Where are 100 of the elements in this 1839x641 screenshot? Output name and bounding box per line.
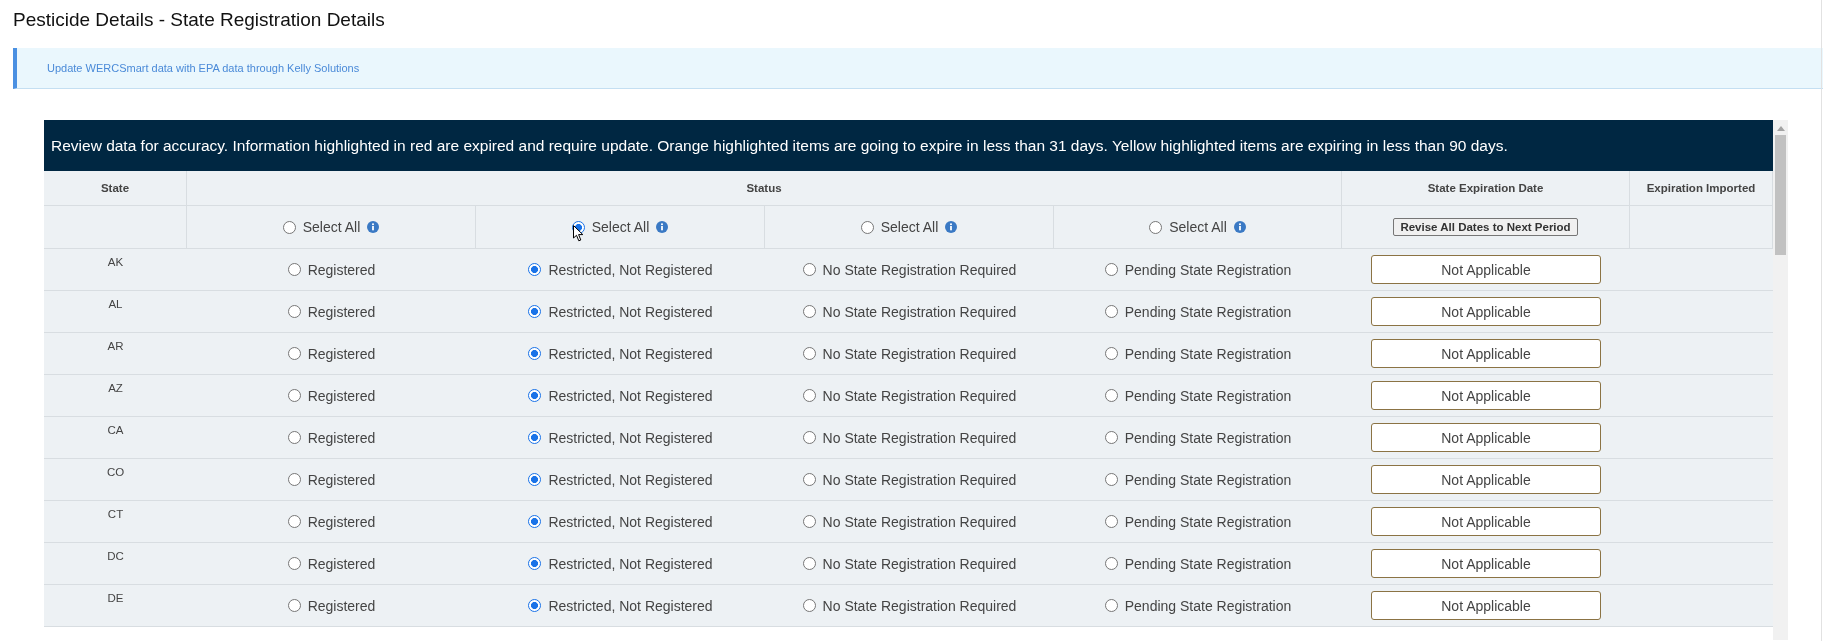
radio-button[interactable] xyxy=(802,473,816,486)
radio-button[interactable] xyxy=(287,557,301,570)
radio-button[interactable] xyxy=(1104,263,1118,276)
column-header: Status xyxy=(187,171,1342,206)
expiration-field[interactable]: Not Applicable xyxy=(1371,507,1601,536)
radio-button[interactable] xyxy=(802,263,816,276)
state-code: AK xyxy=(44,249,187,291)
expiration-field[interactable]: Not Applicable xyxy=(1371,339,1601,368)
radio-label: Pending State Registration xyxy=(1124,513,1292,530)
radio-label: No State Registration Required xyxy=(822,429,1017,446)
revise-dates-button[interactable]: Revise All Dates to Next Period xyxy=(1393,218,1578,236)
state-code: DC xyxy=(44,543,187,585)
radio-button[interactable] xyxy=(1104,515,1118,528)
radio-label: Registered xyxy=(307,303,376,320)
radio-button[interactable] xyxy=(860,220,874,234)
radio-button[interactable] xyxy=(287,515,301,528)
expiration-field[interactable]: Not Applicable xyxy=(1371,549,1601,578)
radio-label: Pending State Registration xyxy=(1124,387,1292,404)
expiration-field[interactable]: Not Applicable xyxy=(1371,381,1601,410)
column-header: State Expiration Date xyxy=(1342,171,1630,206)
state-code: CA xyxy=(44,417,187,459)
radio-button[interactable] xyxy=(1104,473,1118,486)
state-code: CO xyxy=(44,459,187,501)
radio-button[interactable] xyxy=(528,347,542,360)
radio-label: Pending State Registration xyxy=(1124,303,1292,320)
state-code: AR xyxy=(44,333,187,375)
radio-label: Pending State Registration xyxy=(1124,345,1292,362)
info-icon[interactable] xyxy=(945,221,958,233)
radio-button[interactable] xyxy=(528,389,542,402)
radio-button[interactable] xyxy=(1104,557,1118,570)
radio-button[interactable] xyxy=(802,515,816,528)
radio-label: Restricted, Not Registered xyxy=(548,303,713,320)
radio-label: Pending State Registration xyxy=(1124,597,1292,614)
expiration-field[interactable]: Not Applicable xyxy=(1371,423,1601,452)
radio-button[interactable] xyxy=(802,557,816,570)
radio-label: Restricted, Not Registered xyxy=(548,429,713,446)
radio-label: Restricted, Not Registered xyxy=(548,597,713,614)
page-title: Pesticide Details - State Registration Details xyxy=(13,8,386,32)
radio-label: Restricted, Not Registered xyxy=(548,471,713,488)
scrollbar-thumb[interactable] xyxy=(1775,135,1786,255)
expiration-field[interactable]: Not Applicable xyxy=(1371,591,1601,620)
radio-button[interactable] xyxy=(528,263,542,276)
radio-button[interactable] xyxy=(802,305,816,318)
radio-label: Pending State Registration xyxy=(1124,471,1292,488)
radio-label: Registered xyxy=(307,555,376,572)
radio-button[interactable] xyxy=(802,347,816,360)
radio-button[interactable] xyxy=(1104,389,1118,402)
radio-button[interactable] xyxy=(1104,599,1118,612)
notice-text: Review data for accuracy. Information highlighted in red are expired and require update. Orange highlighted items are going to expire in less than 31 days. Yellow highlighted items are expiring in less than 90 days. xyxy=(44,120,1773,171)
expiration-field[interactable]: Not Applicable xyxy=(1371,255,1601,284)
radio-button[interactable] xyxy=(802,431,816,444)
radio-button[interactable] xyxy=(1104,305,1118,318)
radio-label: Pending State Registration xyxy=(1124,261,1292,278)
radio-button[interactable] xyxy=(528,599,542,612)
expiration-field[interactable]: Not Applicable xyxy=(1371,297,1601,326)
radio-label: Pending State Registration xyxy=(1124,555,1292,572)
radio-button[interactable] xyxy=(802,599,816,612)
radio-label: Registered xyxy=(307,345,376,362)
radio-label: Registered xyxy=(307,513,376,530)
radio-button[interactable] xyxy=(287,599,301,612)
radio-button[interactable] xyxy=(528,557,542,570)
radio-label: No State Registration Required xyxy=(822,261,1017,278)
cursor-icon xyxy=(572,224,584,242)
radio-label: Restricted, Not Registered xyxy=(548,345,713,362)
radio-button[interactable] xyxy=(287,305,301,318)
radio-button[interactable] xyxy=(282,220,296,234)
radio-button[interactable] xyxy=(528,305,542,318)
info-icon[interactable] xyxy=(367,221,380,233)
radio-label: No State Registration Required xyxy=(822,513,1017,530)
info-icon[interactable] xyxy=(656,221,669,233)
info-icon[interactable] xyxy=(1233,221,1246,233)
radio-button[interactable] xyxy=(287,347,301,360)
radio-label: No State Registration Required xyxy=(822,345,1017,362)
state-code: CT xyxy=(44,501,187,543)
radio-button[interactable] xyxy=(287,263,301,276)
state-code: AL xyxy=(44,291,187,333)
radio-button[interactable] xyxy=(1104,431,1118,444)
radio-label: Restricted, Not Registered xyxy=(548,261,713,278)
radio-button[interactable] xyxy=(287,431,301,444)
radio-label: No State Registration Required xyxy=(822,387,1017,404)
expiration-field[interactable]: Not Applicable xyxy=(1371,465,1601,494)
radio-button[interactable] xyxy=(528,431,542,444)
radio-label: Registered xyxy=(307,597,376,614)
radio-button[interactable] xyxy=(1104,347,1118,360)
radio-label: No State Registration Required xyxy=(822,597,1017,614)
radio-button[interactable] xyxy=(528,515,542,528)
column-header: State xyxy=(44,171,187,206)
scroll-up-icon[interactable] xyxy=(1776,126,1785,131)
radio-button[interactable] xyxy=(287,389,301,402)
radio-label: No State Registration Required xyxy=(822,303,1017,320)
radio-label: Restricted, Not Registered xyxy=(548,513,713,530)
radio-label: Registered xyxy=(307,429,376,446)
radio-button[interactable] xyxy=(528,473,542,486)
radio-button[interactable] xyxy=(802,389,816,402)
state-code: DE xyxy=(44,585,187,627)
radio-button[interactable] xyxy=(1149,220,1163,234)
radio-label: Select All xyxy=(880,219,939,235)
radio-label: Select All xyxy=(591,219,650,235)
radio-button[interactable] xyxy=(287,473,301,486)
scrollbar[interactable] xyxy=(1773,120,1788,640)
